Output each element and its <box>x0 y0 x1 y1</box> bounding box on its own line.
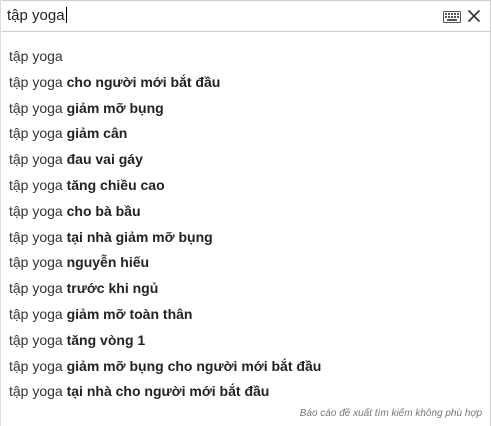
suggestion-item[interactable]: tập yoga nguyễn hiếu <box>1 250 490 276</box>
close-icon[interactable] <box>467 9 481 23</box>
suggestion-prefix: tập yoga <box>9 383 67 400</box>
keyboard-icon[interactable] <box>443 11 461 23</box>
suggestion-suffix: trước khi ngủ <box>66 280 159 297</box>
suggestion-item[interactable]: tập yoga giảm cân <box>1 121 490 147</box>
suggestion-prefix: tập yoga <box>9 331 67 348</box>
suggestion-suffix: tại nhà cho người mới bắt đầu <box>66 383 270 400</box>
text-caret <box>65 7 67 23</box>
suggestion-item[interactable]: tập yoga giảm mỡ toàn thân <box>1 302 490 328</box>
suggestion-item[interactable]: tập yoga giảm mỡ bụng cho người mới bắt … <box>1 354 490 380</box>
suggestion-prefix: tập yoga <box>9 202 67 219</box>
suggestion-item[interactable]: tập yoga cho người mới bắt đầu <box>1 70 490 96</box>
suggestion-item[interactable]: tập yoga <box>1 44 490 70</box>
suggestion-prefix: tập yoga <box>9 176 67 193</box>
suggestion-suffix: tại nhà giảm mỡ bụng <box>66 228 213 245</box>
suggestion-prefix: tập yoga <box>9 228 67 245</box>
suggestion-suffix: cho người mới bắt đầu <box>66 73 221 90</box>
search-bar[interactable]: tập yoga <box>1 0 490 32</box>
suggestion-suffix: đau vai gáy <box>66 151 143 168</box>
suggestion-suffix: giảm mỡ bụng <box>66 99 164 116</box>
suggestion-item[interactable]: tập yoga tăng vòng 1 <box>1 328 490 354</box>
suggestion-prefix: tập yoga <box>9 48 63 64</box>
report-suggestions-link[interactable]: Báo cáo đề xuất tìm kiếm không phù hợp <box>300 408 482 419</box>
suggestion-item[interactable]: tập yoga tại nhà giảm mỡ bụng <box>1 225 490 251</box>
suggestion-prefix: tập yoga <box>9 125 67 142</box>
suggestion-list: tập yoga tập yoga cho người mới bắt đầu … <box>1 44 490 405</box>
suggestion-prefix: tập yoga <box>9 280 67 297</box>
suggestion-item[interactable]: tập yoga tăng chiều cao <box>1 173 490 199</box>
suggestion-item[interactable]: tập yoga tại nhà cho người mới bắt đầu <box>1 379 490 405</box>
suggestion-suffix: tăng chiều cao <box>66 176 165 193</box>
suggestion-prefix: tập yoga <box>9 151 67 168</box>
suggestion-suffix: nguyễn hiếu <box>66 254 150 271</box>
suggestion-item[interactable]: tập yoga đau vai gáy <box>1 147 490 173</box>
suggestion-prefix: tập yoga <box>9 254 67 271</box>
search-input[interactable]: tập yoga <box>7 7 67 25</box>
suggestion-prefix: tập yoga <box>9 305 67 322</box>
suggestion-item[interactable]: tập yoga giảm mỡ bụng <box>1 96 490 122</box>
suggestion-prefix: tập yoga <box>9 99 67 116</box>
suggestion-prefix: tập yoga <box>9 357 67 374</box>
suggestion-suffix: cho bà bầu <box>66 202 141 219</box>
search-autocomplete-panel: tập yoga tập yoga tập yoga cho người mới… <box>0 0 491 426</box>
suggestion-item[interactable]: tập yoga cho bà bầu <box>1 199 490 225</box>
suggestion-suffix: giảm cân <box>66 125 128 142</box>
suggestion-suffix: giảm mỡ bụng cho người mới bắt đầu <box>66 357 322 374</box>
suggestion-suffix: giảm mỡ toàn thân <box>66 305 193 322</box>
suggestion-suffix: tăng vòng 1 <box>66 331 146 348</box>
suggestion-item[interactable]: tập yoga trước khi ngủ <box>1 276 490 302</box>
search-input-value: tập yoga <box>7 7 65 24</box>
suggestion-prefix: tập yoga <box>9 73 67 90</box>
